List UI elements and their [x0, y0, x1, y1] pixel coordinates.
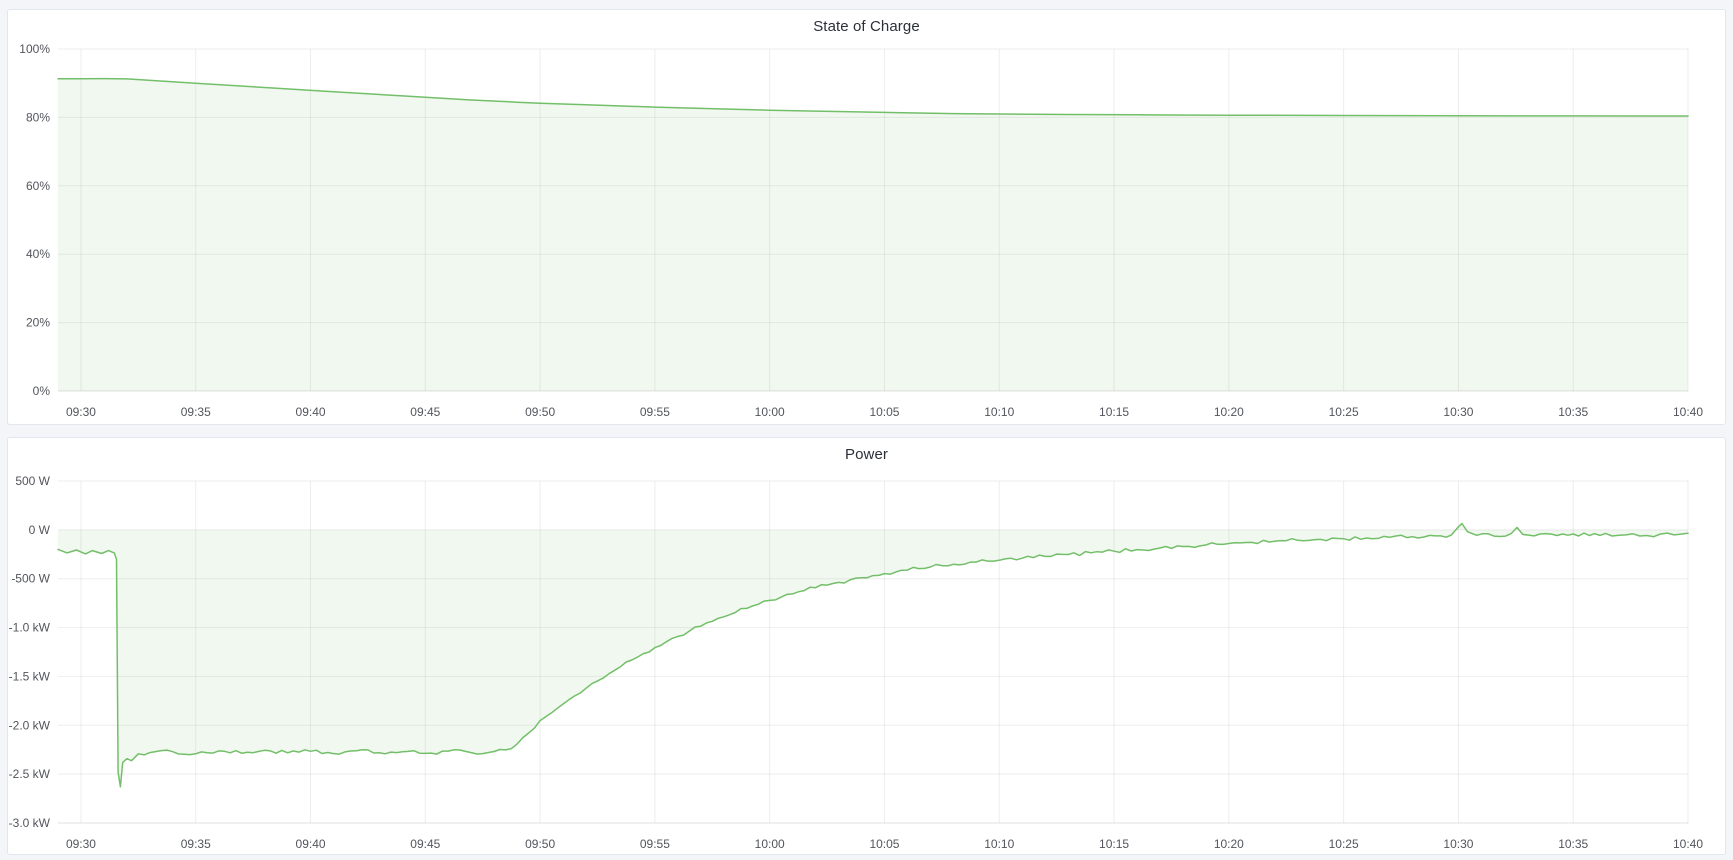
svg-text:10:35: 10:35: [1558, 837, 1588, 851]
svg-text:10:05: 10:05: [869, 405, 899, 419]
svg-text:100%: 100%: [19, 42, 50, 56]
svg-text:09:55: 09:55: [640, 837, 670, 851]
panel-power: Power 500 W 0 W -500 W -1.0 kW -1.5 kW -2.0 k…: [7, 437, 1726, 855]
svg-text:10:10: 10:10: [984, 837, 1014, 851]
svg-text:40%: 40%: [26, 247, 50, 261]
svg-text:0 W: 0 W: [29, 523, 51, 537]
svg-text:-1.0 kW: -1.0 kW: [9, 621, 51, 635]
svg-text:10:15: 10:15: [1099, 405, 1129, 419]
svg-text:09:30: 09:30: [66, 837, 96, 851]
svg-text:10:00: 10:00: [755, 837, 785, 851]
svg-text:60%: 60%: [26, 179, 50, 193]
svg-text:09:35: 09:35: [181, 837, 211, 851]
svg-text:10:25: 10:25: [1329, 405, 1359, 419]
svg-text:10:15: 10:15: [1099, 837, 1129, 851]
svg-text:10:20: 10:20: [1214, 837, 1244, 851]
svg-text:20%: 20%: [26, 316, 50, 330]
dashboard: State of Charge 0%20%40%60%80%100%09:300…: [0, 0, 1733, 860]
svg-text:09:35: 09:35: [181, 405, 211, 419]
svg-text:80%: 80%: [26, 110, 50, 124]
svg-text:10:30: 10:30: [1443, 405, 1473, 419]
svg-text:-500 W: -500 W: [11, 572, 50, 586]
svg-text:09:55: 09:55: [640, 405, 670, 419]
svg-text:10:00: 10:00: [755, 405, 785, 419]
svg-text:10:35: 10:35: [1558, 405, 1588, 419]
panel-state-of-charge: State of Charge 0%20%40%60%80%100%09:300…: [7, 9, 1726, 425]
state-of-charge-chart[interactable]: 0% 20% 40% 60% 80% 100% 09:30 09:35 09:40 09:45 09…: [8, 10, 1725, 424]
svg-text:09:30: 09:30: [66, 405, 96, 419]
svg-text:0%: 0%: [33, 384, 51, 398]
svg-text:09:40: 09:40: [296, 405, 326, 419]
panel-title-power: Power: [8, 446, 1725, 463]
svg-text:09:45: 09:45: [410, 405, 440, 419]
svg-text:-2.0 kW: -2.0 kW: [9, 718, 51, 732]
svg-text:10:10: 10:10: [984, 405, 1014, 419]
svg-text:09:50: 09:50: [525, 405, 555, 419]
svg-text:10:05: 10:05: [869, 837, 899, 851]
svg-text:09:45: 09:45: [410, 837, 440, 851]
svg-text:10:20: 10:20: [1214, 405, 1244, 419]
svg-text:-2.5 kW: -2.5 kW: [9, 767, 51, 781]
svg-text:-1.5 kW: -1.5 kW: [9, 669, 51, 683]
power-chart[interactable]: 500 W 0 W -500 W -1.0 kW -1.5 kW -2.0 kW -2.5 …: [8, 438, 1725, 854]
svg-text:500 W: 500 W: [15, 474, 50, 488]
svg-text:10:25: 10:25: [1329, 837, 1359, 851]
svg-text:09:50: 09:50: [525, 837, 555, 851]
svg-text:10:40: 10:40: [1673, 837, 1703, 851]
svg-text:09:40: 09:40: [296, 837, 326, 851]
svg-text:10:30: 10:30: [1443, 837, 1473, 851]
svg-text:-3.0 kW: -3.0 kW: [9, 816, 51, 830]
svg-text:10:40: 10:40: [1673, 405, 1703, 419]
panel-title-state-of-charge: State of Charge: [8, 18, 1725, 35]
